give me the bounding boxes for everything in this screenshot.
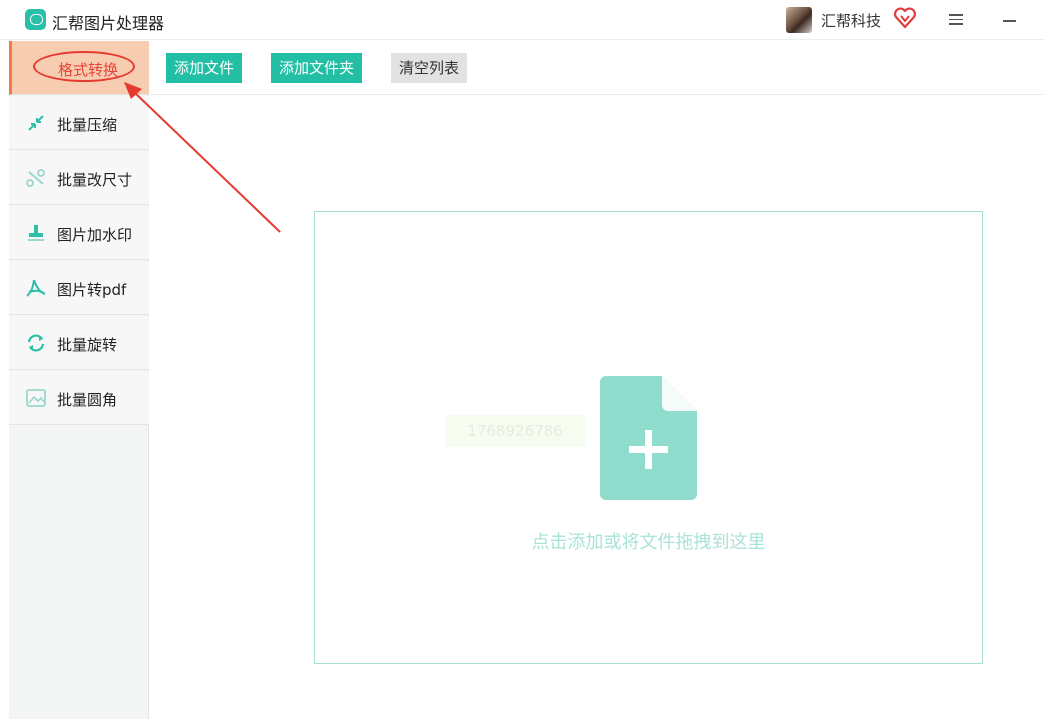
title-bar: 汇帮图片处理器 汇帮科技 <box>0 0 1044 40</box>
sidebar-item-batch-compress[interactable]: 批量压缩 <box>9 96 149 150</box>
vip-heart-icon[interactable] <box>893 7 917 29</box>
sidebar-item-label: 图片加水印 <box>57 226 133 244</box>
hamburger-menu-icon[interactable] <box>946 11 966 29</box>
sidebar-item-label: 批量旋转 <box>57 336 118 354</box>
faint-watermark: 1768926786 <box>445 415 585 447</box>
sidebar-item-batch-rounded-corners[interactable]: 批量圆角 <box>9 371 149 425</box>
sidebar-item-batch-rotate[interactable]: 批量旋转 <box>9 316 149 370</box>
minimize-icon[interactable] <box>1000 11 1020 29</box>
pdf-icon <box>26 279 46 297</box>
sidebar-item-format-convert[interactable]: 格式转换 <box>9 41 149 95</box>
sidebar-item-batch-resize[interactable]: 批量改尺寸 <box>9 151 149 205</box>
sidebar-item-add-watermark[interactable]: 图片加水印 <box>9 206 149 260</box>
user-avatar[interactable] <box>786 7 812 33</box>
file-drop-zone[interactable]: 1768926786 点击添加或将文件拖拽到这里 <box>314 211 983 664</box>
company-name[interactable]: 汇帮科技 <box>821 10 881 31</box>
sidebar-item-image-to-pdf[interactable]: 图片转pdf <box>9 261 149 315</box>
file-add-icon[interactable] <box>600 376 697 500</box>
sidebar: 格式转换 批量压缩 批量改尺寸 图片加水印 图片转pdf 批量旋转 批量圆角 <box>9 41 149 719</box>
resize-icon <box>26 169 45 187</box>
compress-icon <box>28 115 44 131</box>
sidebar-item-label: 批量圆角 <box>57 391 118 409</box>
clear-list-button[interactable]: 清空列表 <box>391 53 468 83</box>
app-logo-icon <box>25 9 46 30</box>
add-file-button[interactable]: 添加文件 <box>166 53 243 83</box>
rotate-icon <box>27 334 45 352</box>
sidebar-item-label: 批量改尺寸 <box>57 171 133 189</box>
drop-hint-text: 点击添加或将文件拖拽到这里 <box>531 532 766 553</box>
sidebar-item-label: 格式转换 <box>58 61 119 79</box>
rounded-corner-image-icon <box>26 389 46 407</box>
app-title: 汇帮图片处理器 <box>52 14 165 33</box>
toolbar: 添加文件 添加文件夹 清空列表 <box>149 41 1044 95</box>
add-folder-button[interactable]: 添加文件夹 <box>271 53 363 83</box>
sidebar-item-label: 图片转pdf <box>57 281 127 299</box>
watermark-stamp-icon <box>28 225 44 241</box>
sidebar-item-label: 批量压缩 <box>57 116 118 134</box>
